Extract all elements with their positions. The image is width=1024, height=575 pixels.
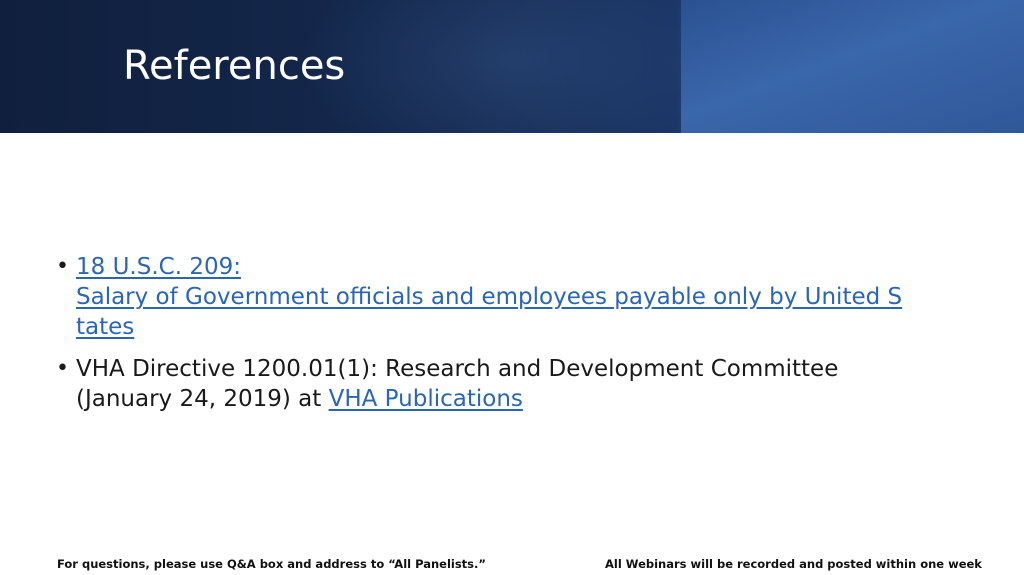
footer-recording-note: All Webinars will be recorded and posted…	[605, 557, 982, 571]
list-item-usc-209: • 18 U.S.C. 209: Salary of Government of…	[56, 252, 956, 342]
usc-209-link-line-1: 18 U.S.C. 209:	[76, 254, 241, 280]
vha-directive-text: VHA Directive 1200.01(1): Research and D…	[76, 356, 839, 382]
references-list: • 18 U.S.C. 209: Salary of Government of…	[56, 252, 956, 426]
header-glow	[300, 0, 720, 133]
slide-title: References	[123, 43, 346, 89]
bullet-icon: •	[56, 356, 69, 381]
usc-209-link[interactable]: 18 U.S.C. 209: Salary of Government offi…	[76, 252, 956, 342]
vha-directive-date-line: (January 24, 2019) at VHA Publications	[76, 384, 956, 414]
header-accent-panel	[681, 0, 1024, 133]
footer-questions-note: For questions, please use Q&A box and ad…	[57, 557, 486, 571]
usc-209-link-line-2: Salary of Government officials and emplo…	[76, 284, 903, 310]
vha-publications-link[interactable]: VHA Publications	[329, 386, 523, 412]
bullet-icon: •	[56, 254, 69, 279]
list-item-vha-directive: • VHA Directive 1200.01(1): Research and…	[56, 354, 956, 414]
vha-directive-date: (January 24, 2019) at	[76, 386, 329, 412]
slide: References • 18 U.S.C. 209: Salary of Go…	[0, 0, 1024, 575]
usc-209-link-line-3: tates	[76, 314, 135, 340]
